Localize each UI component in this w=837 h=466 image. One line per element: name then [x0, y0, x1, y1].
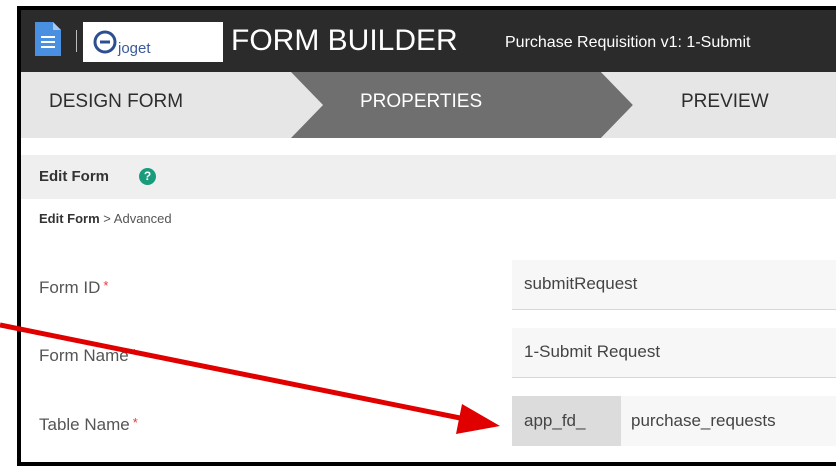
annotation-arrow: [0, 322, 500, 434]
annotation-arrow-shaft: [0, 322, 471, 423]
annotation-arrow-head: [456, 404, 500, 434]
